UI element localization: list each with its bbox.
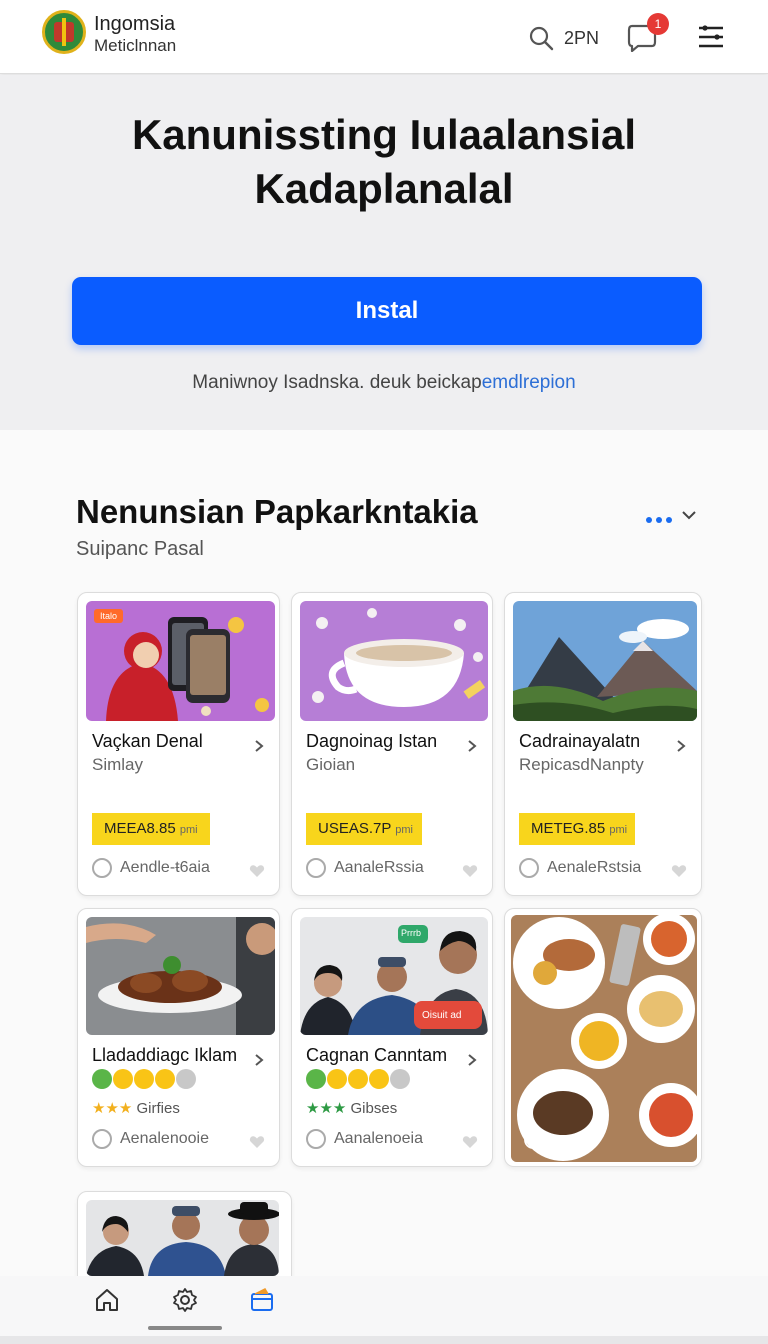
radio-button[interactable] xyxy=(519,858,539,878)
section-subtitle: Suipanc Pasal xyxy=(76,538,204,560)
card-subtitle: RepicasdNanpty xyxy=(519,755,644,774)
star-rating: ★★★ Gibses xyxy=(306,1100,398,1117)
promo-label: Oisuit ad xyxy=(422,1010,462,1021)
photo-card[interactable]: goulall xyxy=(504,908,702,1167)
bottom-strip xyxy=(0,1336,768,1344)
location-icon xyxy=(524,1131,542,1149)
chevron-right-icon[interactable] xyxy=(466,739,478,753)
star-rating: ★★★ Girfies xyxy=(92,1100,180,1117)
hero-note: Maniwnoy Isadnska. deuk beickapemdlrepio… xyxy=(192,372,576,393)
section-title: Nenunsian Papkarkntakia xyxy=(76,493,478,530)
chevron-down-icon[interactable] xyxy=(680,506,698,524)
radio-button[interactable] xyxy=(92,1129,112,1149)
hero-title: Kanunissting Iulaalansial Kadaplanalal xyxy=(131,111,637,212)
radio-label: AanaleRssia xyxy=(334,859,424,876)
product-image xyxy=(86,917,275,1035)
radio-button[interactable] xyxy=(92,858,112,878)
radio-button[interactable] xyxy=(306,858,326,878)
radio-button[interactable] xyxy=(306,1129,326,1149)
top-app-bar: Ingomsia Meticlnnan 2PN 1 xyxy=(0,0,768,74)
price-tag: MEEA8.85 pmi xyxy=(92,813,210,845)
card-title: Cagnan Canntam xyxy=(306,1045,448,1065)
price-tag: USEAS.7P pmi xyxy=(306,813,422,845)
heart-icon[interactable] xyxy=(462,864,478,878)
chevron-right-icon[interactable] xyxy=(253,1053,265,1067)
food-image: goulall xyxy=(511,915,697,1162)
radio-label: Aanalenoeia xyxy=(334,1130,423,1147)
menu-icon[interactable] xyxy=(696,24,726,50)
product-card[interactable]: Prrrb Oisuit ad Cagnan Canntam ★★★ Gibse… xyxy=(291,908,493,1167)
emoji-rating xyxy=(306,1069,411,1091)
settings-icon[interactable] xyxy=(172,1287,198,1313)
image-overlay-label: goulall xyxy=(549,1130,599,1149)
product-image: Italo xyxy=(86,601,275,721)
chevron-right-icon[interactable] xyxy=(675,739,687,753)
language-selector[interactable]: 2PN xyxy=(564,28,599,49)
product-card[interactable]: Lladaddiagc Iklam ★★★ Girfies Aenalenooi… xyxy=(77,908,280,1167)
product-image xyxy=(513,601,697,721)
product-image: Prrrb Oisuit ad xyxy=(300,917,488,1035)
product-image xyxy=(300,601,488,721)
product-card[interactable]: Dagnoinag Istan Gioian USEAS.7P pmi Aana… xyxy=(291,592,493,896)
card-subtitle: Simlay xyxy=(92,755,144,774)
card-title: Cadrainayalatn xyxy=(519,731,641,751)
heart-icon[interactable] xyxy=(671,864,687,878)
heart-icon[interactable] xyxy=(249,864,265,878)
notification-badge: 1 xyxy=(647,13,669,35)
product-card[interactable]: Cadrainayalatn RepicasdNanpty METEG.85 p… xyxy=(504,592,702,896)
home-indicator xyxy=(148,1326,222,1330)
radio-label: Aendle-ŧ6aia xyxy=(120,859,210,876)
wallet-icon[interactable] xyxy=(249,1287,275,1313)
card-title: Vaçkan Denal xyxy=(92,731,203,751)
radio-label: AenaleRstsia xyxy=(547,859,642,876)
home-icon[interactable] xyxy=(94,1287,120,1313)
heart-icon[interactable] xyxy=(249,1135,265,1149)
card-subtitle: Gioian xyxy=(306,755,356,774)
more-options-icon[interactable] xyxy=(646,510,678,523)
hero-note-link[interactable]: emdlrepion xyxy=(482,372,576,393)
radio-label: Aenalenooie xyxy=(120,1130,209,1147)
install-button[interactable]: Instal xyxy=(72,277,702,345)
product-image xyxy=(86,1200,279,1276)
card-title: Dagnoinag Istan xyxy=(306,731,438,751)
search-icon[interactable] xyxy=(528,25,554,51)
logo-emblem[interactable] xyxy=(42,10,86,54)
heart-icon[interactable] xyxy=(462,1135,478,1149)
brand-name: Ingomsia xyxy=(94,13,176,35)
brand-tagline: Meticlnnan xyxy=(94,36,177,55)
emoji-rating xyxy=(92,1069,197,1091)
chevron-right-icon[interactable] xyxy=(253,739,265,753)
price-tag: METEG.85 pmi xyxy=(519,813,635,845)
product-card[interactable]: Italo Vaçkan Denal Simlay MEEA8.85 pmi A… xyxy=(77,592,280,896)
chat-bubble-label: Prrrb xyxy=(401,928,421,938)
promo-tag: Italo xyxy=(94,609,124,623)
chevron-right-icon[interactable] xyxy=(466,1053,478,1067)
card-title: Lladaddiagc Iklam xyxy=(92,1045,238,1065)
